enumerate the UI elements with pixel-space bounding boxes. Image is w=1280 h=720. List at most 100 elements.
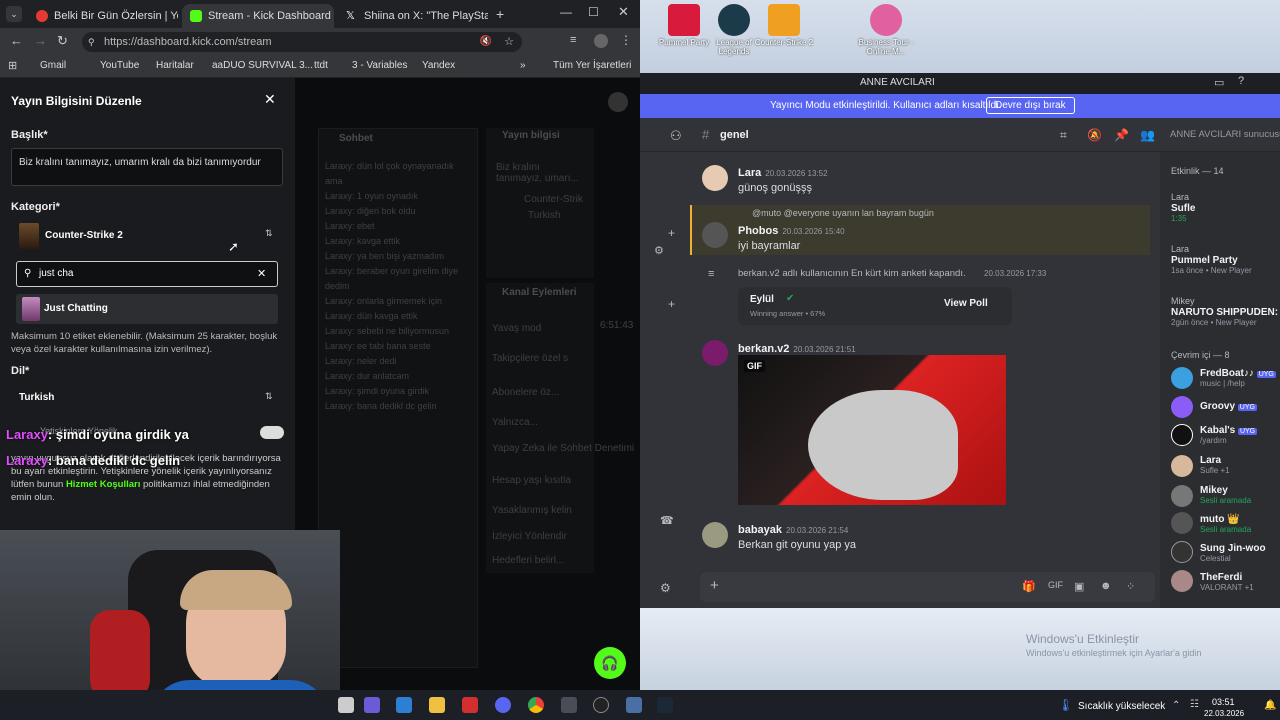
clock-time[interactable]: 03:51 — [1212, 697, 1235, 707]
user-settings-icon[interactable]: ⚙ — [654, 244, 664, 257]
avatar[interactable] — [1171, 570, 1193, 592]
action-item[interactable]: Yavaş mod — [492, 323, 541, 334]
action-item[interactable]: Yapay Zeka ile Sohbet Denetimi — [492, 443, 634, 454]
bookmark-youtube[interactable]: YouTube — [100, 60, 139, 71]
all-bookmarks[interactable]: Tüm Yer İşaretleri — [553, 60, 631, 71]
notifications-icon[interactable]: 🔔 — [1264, 700, 1276, 711]
category-select[interactable]: Counter-Strike 2 ⇅ — [11, 220, 283, 252]
clear-search-icon[interactable]: ✕ — [257, 267, 266, 280]
taskbar-app-icon[interactable] — [462, 697, 478, 713]
avatar[interactable] — [1171, 485, 1193, 507]
chrome-taskbar-icon[interactable] — [561, 697, 577, 713]
add-icon[interactable]: + — [668, 226, 675, 240]
add-icon[interactable]: + — [668, 297, 675, 311]
tab-x[interactable]: 𝕏 Shiina on X: "The PlayStation s — [338, 4, 488, 28]
minimize-icon[interactable]: — — [560, 5, 572, 19]
member-item[interactable]: muto 👑 Sesli aramada — [1200, 514, 1251, 534]
category-search-input[interactable]: ⚲ just cha ✕ — [16, 261, 278, 287]
action-item[interactable]: Yalnızca... — [492, 417, 538, 428]
help-button[interactable]: 🎧 — [594, 647, 626, 679]
gif-icon[interactable]: GIF — [1048, 580, 1063, 590]
notifications-icon[interactable]: 🔕 — [1087, 128, 1102, 142]
message-author[interactable]: Phobos — [738, 225, 778, 237]
avatar[interactable] — [1171, 455, 1193, 477]
chrome-taskbar-icon[interactable] — [528, 697, 544, 713]
kick-avatar[interactable] — [608, 92, 628, 112]
sticker-icon[interactable]: ▣ — [1074, 580, 1084, 593]
url-field[interactable]: ⚲ https://dashboard.kick.com/stream 🔇 ☆ — [82, 32, 522, 52]
close-modal-icon[interactable]: ✕ — [264, 91, 276, 108]
taskbar-app-icon[interactable] — [396, 697, 412, 713]
member-item[interactable]: TheFerdi VALORANT +1 — [1200, 572, 1254, 592]
adult-toggle[interactable] — [260, 426, 284, 439]
network-icon[interactable]: ☷ — [1190, 699, 1199, 710]
avatar[interactable] — [702, 165, 728, 191]
action-item[interactable]: Yasaklanmış kelin — [492, 505, 572, 516]
bookmark-variables[interactable]: 3 - Variables — [352, 60, 407, 71]
pin-icon[interactable]: 📌 — [1114, 128, 1129, 142]
steam-taskbar-icon[interactable] — [657, 697, 673, 713]
message-input[interactable]: + 🎁 GIF ▣ ☻ ⁘ — [700, 572, 1155, 602]
gift-icon[interactable]: 🎁 — [1022, 580, 1036, 593]
apps-grid-icon[interactable]: ⊞ — [8, 59, 17, 72]
maximize-icon[interactable]: ☐ — [588, 5, 599, 19]
member-item[interactable]: Sung Jin-woo Celestial — [1200, 543, 1266, 563]
desktop-icon-business-tour[interactable]: Business Tour - Online M... — [856, 4, 916, 56]
member-item[interactable]: FredBoat♪♪ UYG music | /help — [1200, 368, 1276, 388]
bookmark-star-icon[interactable]: ☆ — [504, 32, 514, 52]
reload-icon[interactable]: ↻ — [57, 33, 68, 49]
disable-streamer-mode-button[interactable]: Devre dışı bırak — [986, 97, 1075, 114]
forward-icon[interactable]: → — [34, 33, 47, 48]
avatar[interactable] — [1171, 367, 1193, 389]
action-item[interactable]: Takipçilere özel s — [492, 353, 568, 364]
activity-item[interactable]: Lara Sufle 1:35 — [1171, 192, 1195, 223]
taskbar-app-icon[interactable] — [626, 697, 642, 713]
emoji-icon[interactable]: ☻ — [1100, 580, 1112, 592]
action-item[interactable]: Hedefleri belirl... — [492, 555, 564, 566]
help-icon[interactable]: ? — [1238, 75, 1244, 87]
message-author[interactable]: berkan.v2 — [738, 343, 789, 355]
desktop-icon-cs2[interactable]: Counter-Strike 2 — [754, 4, 814, 47]
disconnect-icon[interactable]: ☎ — [660, 514, 674, 527]
avatar[interactable] — [1171, 396, 1193, 418]
tab-kick[interactable]: Stream - Kick Dashboard — [182, 4, 334, 28]
weather-text[interactable]: Sıcaklık yükselecek — [1078, 701, 1165, 712]
member-item[interactable]: Kabal's UYG/yardım — [1200, 425, 1258, 445]
language-select[interactable]: Turkish ⇅ — [11, 381, 283, 413]
tab-search-icon[interactable]: ⌄ — [6, 6, 22, 22]
inbox-icon[interactable]: ▭ — [1214, 76, 1224, 89]
activity-item[interactable]: Lara Pummel Party 1sa önce • New Player — [1171, 244, 1252, 275]
attach-icon[interactable]: + — [710, 577, 719, 594]
apps-icon[interactable]: ⁘ — [1126, 580, 1135, 593]
discord-taskbar-icon[interactable] — [495, 697, 511, 713]
member-item[interactable]: Groovy UYG — [1200, 401, 1257, 412]
avatar[interactable] — [1171, 541, 1193, 563]
members-icon[interactable]: 👥 — [1140, 128, 1155, 142]
action-item[interactable]: Abonelere öz... — [492, 387, 559, 398]
gif-image[interactable]: GIF — [738, 355, 1006, 505]
bookmark-yandex[interactable]: Yandex — [422, 60, 455, 71]
back-icon[interactable]: ← — [10, 33, 23, 48]
mute-icon[interactable]: 🔇 — [480, 32, 492, 52]
avatar[interactable] — [702, 522, 728, 548]
avatar[interactable] — [702, 222, 728, 248]
close-window-icon[interactable]: ✕ — [618, 4, 629, 20]
action-item[interactable]: İzleyici Yönlendir — [492, 531, 567, 542]
member-item[interactable]: Lara Sufle +1 — [1200, 455, 1230, 475]
bookmark-maps[interactable]: Haritalar — [156, 60, 194, 71]
settings-gear-icon[interactable]: ⚙ — [660, 581, 671, 595]
message-author[interactable]: babayak — [738, 524, 782, 536]
tab-youtube[interactable]: Belki Bir Gün Özlersin | Yo — [28, 4, 178, 28]
avatar[interactable] — [1171, 424, 1193, 446]
new-tab-icon[interactable]: + — [496, 6, 504, 22]
avatar[interactable] — [1171, 512, 1193, 534]
reply-preview[interactable]: @muto @everyone uyanın lan bayram bugün — [752, 208, 934, 218]
menu-icon[interactable]: ⋮ — [620, 33, 632, 47]
taskbar-app-icon[interactable] — [364, 697, 380, 713]
activity-item[interactable]: MikeyNARUTO SHIPPUDEN: Ulti2gün önce • N… — [1171, 296, 1280, 327]
site-info-icon[interactable]: ⚲ — [88, 32, 95, 52]
threads-icon[interactable]: ⌗ — [1060, 128, 1067, 143]
view-poll-button[interactable]: View Poll — [944, 298, 988, 309]
bookmark-aaduo[interactable]: aaDUO SURVIVAL 3... — [212, 60, 313, 71]
avatar[interactable] — [702, 340, 728, 366]
